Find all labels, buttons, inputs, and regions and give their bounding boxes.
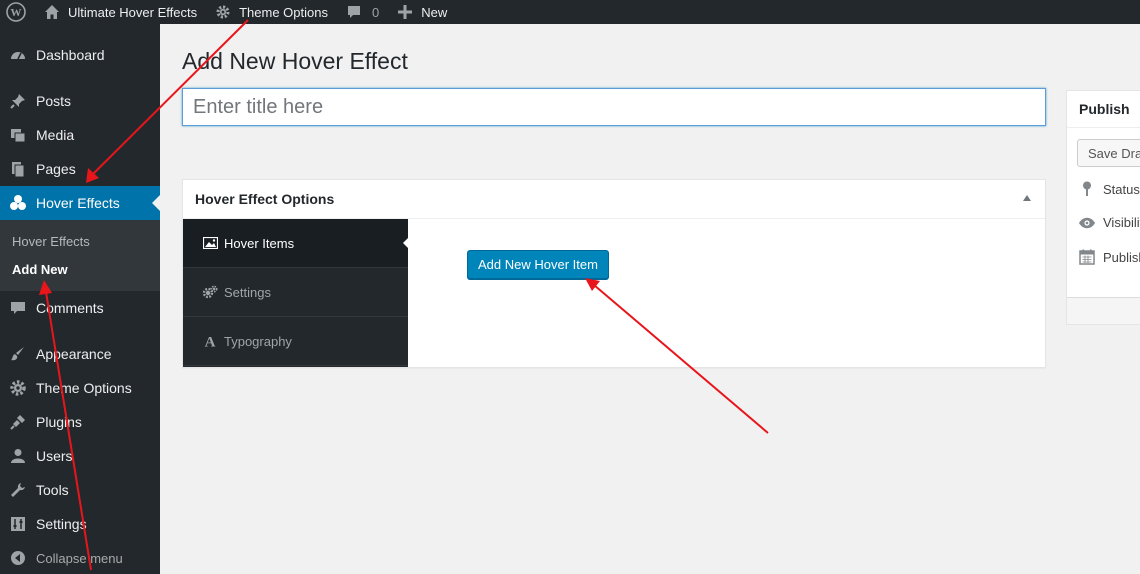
- admin-sidebar: Dashboard Posts Media Pages Hover Effect…: [0, 24, 160, 574]
- pages-icon: [0, 160, 36, 178]
- sidebar-item-theme-options[interactable]: Theme Options: [0, 371, 160, 405]
- comment-icon: [0, 299, 36, 317]
- title-input[interactable]: [182, 88, 1046, 126]
- sidebar-item-users[interactable]: Users: [0, 439, 160, 473]
- pin-marker-icon: [1077, 181, 1097, 197]
- sidebar-item-plugins[interactable]: Plugins: [0, 405, 160, 439]
- comments-count: 0: [371, 4, 380, 20]
- sidebar-item-label: Users: [36, 448, 73, 464]
- sidebar-item-label: Settings: [36, 516, 87, 532]
- comments-link[interactable]: 0: [336, 0, 387, 24]
- admin-bar: W Ultimate Hover Effects Theme Options 0…: [0, 0, 1140, 24]
- home-icon: [42, 2, 62, 22]
- media-icon: [0, 126, 36, 144]
- collapse-menu-button[interactable]: Collapse menu: [0, 541, 160, 574]
- tab-hover-items[interactable]: Hover Items: [183, 219, 408, 268]
- page-title: Add New Hover Effect: [182, 48, 408, 74]
- plus-icon: [395, 2, 415, 22]
- site-name: Ultimate Hover Effects: [68, 4, 198, 20]
- sidebar-item-label: Media: [36, 127, 75, 143]
- sidebar-item-posts[interactable]: Posts: [0, 84, 160, 118]
- status-label: Status:: [1103, 181, 1140, 197]
- svg-text:W: W: [11, 7, 22, 19]
- theme-options-link[interactable]: Theme Options: [205, 0, 336, 24]
- gear-icon: [0, 379, 36, 397]
- gear-icon: [213, 2, 233, 22]
- user-icon: [0, 447, 36, 465]
- save-draft-button[interactable]: Save Draft: [1077, 139, 1140, 167]
- collapse-icon: [0, 550, 36, 566]
- dashboard-icon: [0, 46, 36, 64]
- theme-options-label: Theme Options: [239, 4, 328, 20]
- plug-icon: [0, 413, 36, 431]
- calendar-icon: [1077, 249, 1097, 265]
- publish-title: Publish: [1067, 91, 1140, 128]
- main-content: Add New Hover Effect Hover Effect Option…: [160, 24, 1140, 574]
- image-icon: [201, 237, 219, 249]
- submenu-item-add-new[interactable]: Add New: [0, 255, 160, 283]
- sidebar-item-label: Plugins: [36, 414, 82, 430]
- publish-label: Publish: [1103, 249, 1140, 265]
- submenu-item-hover-effects[interactable]: Hover Effects: [0, 227, 160, 255]
- sidebar-item-label: Posts: [36, 93, 72, 109]
- site-name-link[interactable]: Ultimate Hover Effects: [34, 0, 205, 24]
- eye-icon: [1077, 217, 1097, 229]
- sidebar-item-label: Appearance: [36, 346, 112, 362]
- wordpress-logo-menu[interactable]: W: [0, 0, 34, 24]
- svg-text:A: A: [205, 335, 216, 349]
- sidebar-item-dashboard[interactable]: Dashboard: [0, 38, 160, 72]
- sliders-icon: [0, 515, 36, 533]
- sidebar-item-label: Tools: [36, 482, 69, 498]
- sidebar-item-hover-effects[interactable]: Hover Effects: [0, 186, 160, 220]
- tab-label: Settings: [224, 284, 271, 300]
- sidebar-item-tools[interactable]: Tools: [0, 473, 160, 507]
- comment-icon: [344, 2, 364, 22]
- sidebar-item-label: Hover Effects: [36, 195, 120, 211]
- sidebar-item-settings[interactable]: Settings: [0, 507, 160, 541]
- tab-label: Hover Items: [224, 235, 295, 251]
- collapse-menu-label: Collapse menu: [36, 550, 123, 566]
- hover-effect-options-box: Hover Effect Options Hover Items Setting…: [182, 179, 1046, 368]
- new-label: New: [421, 4, 448, 20]
- sidebar-item-comments[interactable]: Comments: [0, 291, 160, 325]
- publish-box: Publish Save Draft Status: Visibility: P…: [1066, 90, 1140, 325]
- new-content-link[interactable]: New: [387, 0, 455, 24]
- publish-box-footer: [1067, 297, 1140, 324]
- brush-icon: [0, 345, 36, 363]
- add-new-hover-item-button[interactable]: Add New Hover Item: [467, 250, 609, 279]
- publish-row: Publish: [1077, 249, 1140, 265]
- sidebar-item-pages[interactable]: Pages: [0, 152, 160, 186]
- sidebar-item-media[interactable]: Media: [0, 118, 160, 152]
- collapse-toggle-icon[interactable]: [1023, 195, 1031, 201]
- sidebar-item-label: Theme Options: [36, 380, 132, 396]
- visibility-label: Visibility:: [1103, 215, 1140, 230]
- visibility-row: Visibility:: [1077, 215, 1140, 230]
- status-row: Status:: [1077, 181, 1140, 197]
- sidebar-item-label: Dashboard: [36, 47, 105, 63]
- postbox-title: Hover Effect Options: [183, 180, 1045, 219]
- wordpress-icon: W: [6, 2, 26, 22]
- options-tabs: Hover Items Settings A Typography: [183, 219, 408, 367]
- tab-typography[interactable]: A Typography: [183, 317, 408, 366]
- sidebar-item-appearance[interactable]: Appearance: [0, 337, 160, 371]
- pin-icon: [0, 92, 36, 110]
- wrench-icon: [0, 481, 36, 499]
- tab-label: Typography: [224, 333, 292, 349]
- hover-effects-submenu: Hover Effects Add New: [0, 220, 160, 291]
- font-icon: A: [201, 334, 219, 349]
- gears-icon: [201, 285, 219, 299]
- tab-settings[interactable]: Settings: [183, 268, 408, 317]
- hover-effects-icon: [0, 194, 36, 212]
- sidebar-item-label: Pages: [36, 161, 76, 177]
- sidebar-item-label: Comments: [36, 300, 104, 316]
